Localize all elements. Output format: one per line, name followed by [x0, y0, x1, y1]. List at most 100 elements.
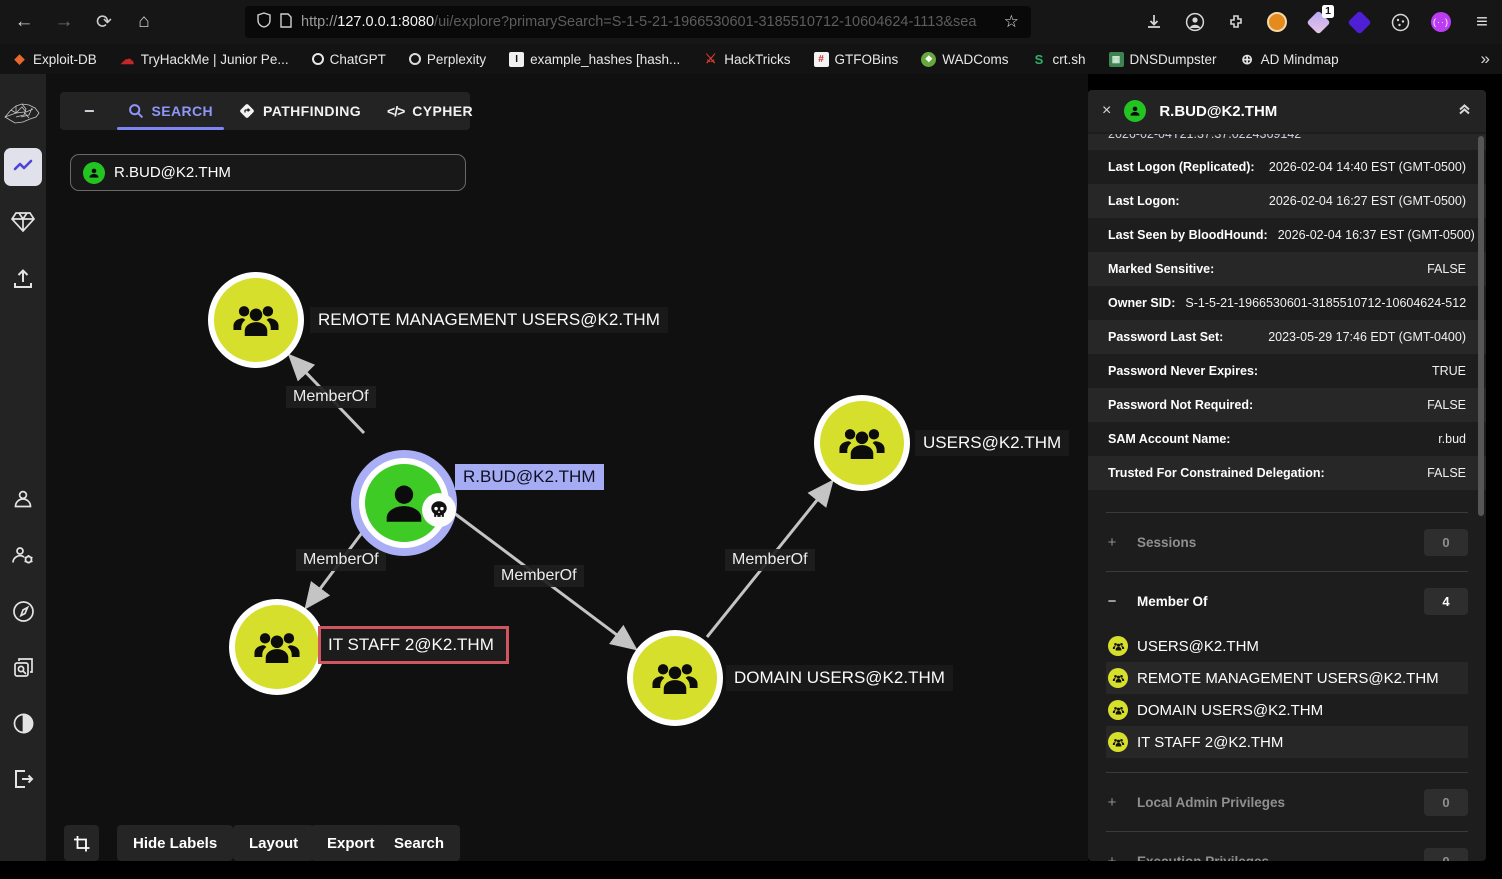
section-local-admin-privileges: + Local Admin Privileges 0	[1106, 772, 1468, 831]
violet-extension-icon[interactable]: (··)	[1429, 10, 1453, 34]
edge-label-memberof[interactable]: MemberOf	[296, 549, 386, 571]
owned-skull-icon	[422, 493, 456, 527]
collapse-icon: −	[1106, 593, 1118, 610]
primary-search-input[interactable]: R.BUD@K2.THM	[70, 154, 466, 191]
property-row: Last Logon:2026-02-04 16:27 EST (GMT-050…	[1088, 184, 1486, 218]
close-icon[interactable]: ×	[1102, 102, 1111, 120]
bookmark-example-hashes[interactable]: Iexample_hashes [hash...	[509, 52, 680, 67]
code-icon: </>	[387, 103, 404, 119]
tab-cypher[interactable]: </> CYPHER	[374, 92, 486, 130]
bookmark-crtsh[interactable]: Scrt.sh	[1032, 52, 1086, 67]
menu-icon[interactable]: ≡	[1470, 10, 1494, 34]
sidebar-item-compass-icon[interactable]	[0, 592, 46, 630]
bookmark-dnsdumpster[interactable]: ▦DNSDumpster	[1109, 52, 1217, 67]
count-badge: 0	[1424, 848, 1468, 862]
tab-search[interactable]: SEARCH	[115, 92, 227, 130]
url-bar[interactable]: http://127.0.0.1:8080/ui/explore?primary…	[245, 6, 1031, 38]
list-item[interactable]: USERS@K2.THM	[1106, 630, 1468, 662]
tab-pathfinding[interactable]: PATHFINDING	[226, 92, 374, 130]
node-label-it-staff-2[interactable]: IT STAFF 2@K2.THM	[318, 626, 509, 664]
sidebar-item-group-management[interactable]	[0, 203, 46, 241]
account-icon[interactable]	[1183, 10, 1207, 34]
list-item[interactable]: DOMAIN USERS@K2.THM	[1106, 694, 1468, 726]
bookmark-ad-mindmap[interactable]: ⊕AD Mindmap	[1240, 52, 1339, 67]
section-member-of: − Member Of 4 USERS@K2.THM REMOTE MANAGE…	[1106, 571, 1468, 772]
list-item[interactable]: IT STAFF 2@K2.THM	[1106, 726, 1468, 758]
bookmark-gtfobins[interactable]: #GTFOBins	[814, 52, 899, 67]
node-label-users[interactable]: USERS@K2.THM	[915, 430, 1069, 456]
extension-diamond-icon[interactable]: 1	[1306, 10, 1330, 34]
list-item[interactable]: REMOTE MANAGEMENT USERS@K2.THM	[1106, 662, 1468, 694]
bookmark-chatgpt[interactable]: ChatGPT	[312, 52, 386, 67]
bookmark-tryhackme[interactable]: ☁TryHackMe | Junior Pe...	[120, 52, 289, 67]
cookie-icon[interactable]	[1388, 10, 1412, 34]
node-domain-users[interactable]	[627, 630, 723, 726]
search-toggle-button[interactable]: Search	[378, 825, 460, 861]
expand-icon: +	[1106, 794, 1118, 811]
graph-canvas[interactable]: MemberOf MemberOf MemberOf MemberOf REMO…	[46, 74, 1088, 861]
expand-icon: +	[1106, 534, 1118, 551]
bookmark-wadcoms[interactable]: ❖WADComs	[921, 52, 1008, 67]
page-icon	[280, 13, 292, 32]
bookmark-perplexity[interactable]: Perplexity	[409, 52, 486, 67]
sidebar-item-logout-icon[interactable]	[0, 760, 46, 798]
edge-label-memberof[interactable]: MemberOf	[286, 386, 376, 408]
property-row: Marked Sensitive:FALSE	[1088, 252, 1486, 286]
node-label-domain-users[interactable]: DOMAIN USERS@K2.THM	[726, 665, 953, 691]
bookmark-star-icon[interactable]: ☆	[1004, 12, 1019, 32]
sequential-layout-button[interactable]	[64, 825, 99, 861]
bookmarks-overflow-icon[interactable]: »	[1481, 49, 1490, 69]
section-member-of-header[interactable]: − Member Of 4	[1106, 572, 1468, 630]
bloodhound-logo	[0, 92, 46, 138]
sidebar-item-profile-icon[interactable]	[0, 480, 46, 518]
node-it-staff-2[interactable]	[229, 599, 325, 695]
sidebar-item-upload-icon[interactable]	[0, 260, 46, 298]
sidebar-item-dark-mode-icon[interactable]	[0, 704, 46, 742]
explore-tab-bar: − SEARCH PATHFINDING </> CYPHER	[60, 92, 470, 130]
back-icon[interactable]: ←	[8, 6, 40, 38]
browser-toolbar: ← → ⟳ ⌂ http://127.0.0.1:8080/ui/explore…	[0, 0, 1502, 44]
extensions-puzzle-icon[interactable]	[1224, 10, 1248, 34]
bookmark-exploit-db[interactable]: ◆Exploit-DB	[12, 52, 97, 67]
node-label-rbud[interactable]: R.BUD@K2.THM	[455, 464, 604, 490]
edge-label-memberof[interactable]: MemberOf	[725, 549, 815, 571]
section-local-admin-header[interactable]: + Local Admin Privileges 0	[1106, 773, 1468, 831]
group-icon	[1108, 700, 1128, 720]
foxyproxy-icon[interactable]	[1265, 10, 1289, 34]
property-row: SAM Account Name:r.bud	[1088, 422, 1486, 456]
home-icon[interactable]: ⌂	[128, 6, 160, 38]
sidebar-item-explore[interactable]	[4, 148, 42, 186]
shield-icon[interactable]	[257, 12, 271, 32]
property-row: Password Last Set:2023-05-29 17:46 EDT (…	[1088, 320, 1486, 354]
forward-icon[interactable]: →	[48, 6, 80, 38]
node-remote-management-users[interactable]	[208, 272, 304, 368]
tryhackme-favicon: ☁	[120, 52, 135, 67]
bookmark-hacktricks[interactable]: ⚔HackTricks	[703, 52, 790, 67]
node-users[interactable]	[814, 395, 910, 491]
download-icon[interactable]	[1142, 10, 1166, 34]
member-of-list: USERS@K2.THM REMOTE MANAGEMENT USERS@K2.…	[1106, 630, 1468, 772]
section-execution-header[interactable]: + Execution Privileges 0	[1106, 832, 1468, 861]
property-row: Last Seen by BloodHound:2026-02-04 16:37…	[1088, 218, 1486, 252]
search-icon	[128, 103, 144, 119]
panel-scrollbar[interactable]	[1478, 136, 1484, 516]
section-sessions-header[interactable]: + Sessions 0	[1106, 513, 1468, 571]
exploit-db-favicon: ◆	[12, 52, 27, 67]
dnsdumpster-favicon: ▦	[1109, 52, 1124, 67]
hacktricks-favicon: ⚔	[703, 52, 718, 67]
expand-icon: +	[1106, 853, 1118, 862]
node-label-remote-management-users[interactable]: REMOTE MANAGEMENT USERS@K2.THM	[310, 307, 668, 333]
count-badge: 0	[1424, 789, 1468, 816]
property-row: Password Never Expires:TRUE	[1088, 354, 1486, 388]
hide-labels-button[interactable]: Hide Labels	[117, 825, 233, 861]
layout-button[interactable]: Layout	[233, 825, 314, 861]
sidebar-item-administration-icon[interactable]	[0, 536, 46, 574]
extension-diamond2-icon[interactable]	[1347, 10, 1371, 34]
entity-title: R.BUD@K2.THM	[1159, 103, 1444, 120]
minimize-panel-icon[interactable]: −	[60, 101, 115, 122]
sidebar-item-api-explorer-icon[interactable]	[0, 648, 46, 686]
collapse-all-icon[interactable]	[1457, 101, 1472, 121]
edge-label-memberof[interactable]: MemberOf	[494, 565, 584, 587]
bookmarks-bar: ◆Exploit-DB ☁TryHackMe | Junior Pe... Ch…	[0, 44, 1502, 74]
reload-icon[interactable]: ⟳	[88, 6, 120, 38]
